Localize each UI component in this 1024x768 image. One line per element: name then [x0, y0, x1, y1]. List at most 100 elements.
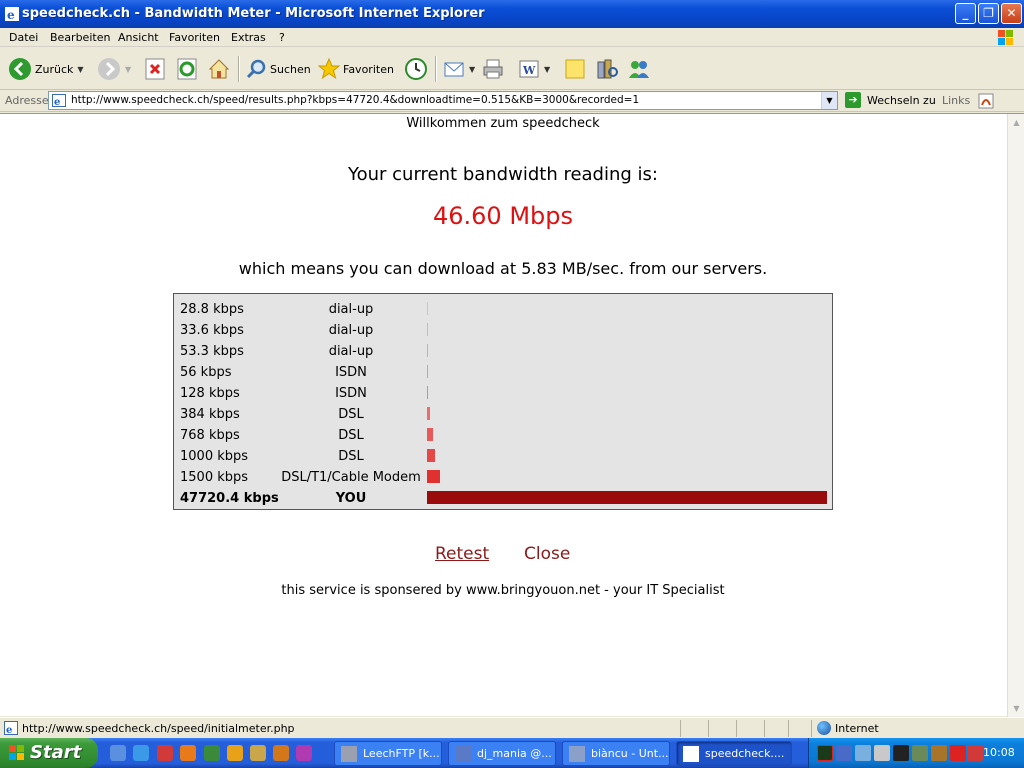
tray-app-icon[interactable]	[912, 745, 928, 761]
quicklaunch-desktop-icon[interactable]	[110, 745, 126, 761]
task-dj-mania[interactable]: dj_mania @...	[448, 741, 556, 766]
status-bar: e http://www.speedcheck.ch/speed/initial…	[0, 717, 1024, 738]
system-tray: 10:08	[808, 738, 1024, 768]
stop-icon	[145, 58, 165, 80]
paint-icon	[569, 746, 585, 762]
search-button[interactable]: Suchen	[245, 55, 311, 83]
connection-type: dial-up	[328, 344, 374, 359]
speed-value: 47720.4 kbps	[180, 491, 279, 506]
go-arrow-icon: ➔	[845, 92, 861, 108]
quicklaunch-app-icon[interactable]	[157, 745, 173, 761]
task-speedcheck[interactable]: speedcheck....	[676, 741, 792, 766]
edit-button[interactable]: W ▼	[518, 55, 550, 83]
address-bar: Adresse e http://www.speedcheck.ch/speed…	[0, 90, 1024, 112]
menu-bearbeiten[interactable]: Bearbeiten	[50, 31, 110, 44]
speed-value: 128 kbps	[180, 386, 240, 401]
browser-viewport: Willkommen zum speedcheck Your current b…	[0, 113, 1024, 717]
acrobat-icon[interactable]	[978, 93, 994, 109]
task-biancu[interactable]: biàncu - Unt...	[562, 741, 670, 766]
connection-type: DSL	[338, 428, 364, 443]
links-label[interactable]: Links	[942, 94, 970, 107]
history-icon	[405, 58, 427, 80]
favorites-button[interactable]: Favoriten	[318, 55, 394, 83]
address-input[interactable]: e http://www.speedcheck.ch/speed/results…	[48, 91, 838, 110]
maximize-button[interactable]: ❐	[978, 3, 999, 24]
task-leechftp[interactable]: LeechFTP [k...	[334, 741, 442, 766]
download-info: which means you can download at 5.83 MB/…	[238, 259, 768, 278]
stop-button[interactable]	[144, 55, 166, 83]
speed-value: 1000 kbps	[180, 449, 249, 464]
vertical-scrollbar[interactable]: ▲ ▼	[1007, 114, 1024, 717]
quicklaunch-app-icon[interactable]	[204, 745, 220, 761]
close-link[interactable]: Close	[524, 544, 570, 564]
task-label: speedcheck....	[705, 747, 785, 760]
speed-value: 1500 kbps	[180, 470, 249, 485]
connection-type: ISDN	[335, 386, 367, 401]
menu-help[interactable]: ?	[279, 31, 285, 44]
tray-app-icon[interactable]	[931, 745, 947, 761]
quicklaunch-app-icon[interactable]	[296, 745, 312, 761]
print-button[interactable]	[482, 55, 504, 83]
speaker-icon[interactable]	[874, 745, 890, 761]
scroll-up-icon[interactable]: ▲	[1009, 115, 1024, 130]
chevron-down-icon[interactable]: ▼	[469, 65, 475, 74]
quicklaunch-firefox-icon[interactable]	[180, 745, 196, 761]
svg-text:W: W	[522, 64, 536, 77]
connection-type: YOU	[335, 491, 367, 506]
retest-link[interactable]: Retest	[435, 544, 489, 564]
minimize-button[interactable]: _	[955, 3, 976, 24]
menu-extras[interactable]: Extras	[231, 31, 266, 44]
close-window-button[interactable]: ✕	[1001, 3, 1022, 24]
messenger-button[interactable]	[628, 55, 650, 83]
mail-button[interactable]: ▼	[443, 55, 475, 83]
address-label: Adresse	[5, 94, 49, 107]
speed-bar	[427, 386, 428, 399]
chevron-down-icon[interactable]: ▼	[125, 65, 131, 74]
discuss-button[interactable]	[564, 55, 586, 83]
tray-app-icon[interactable]	[836, 745, 852, 761]
forward-arrow-icon	[98, 58, 120, 80]
go-label: Wechseln zu	[867, 93, 936, 107]
connection-type: DSL	[338, 449, 364, 464]
search-label: Suchen	[270, 62, 311, 76]
speed-row: 128 kbps ISDN	[174, 381, 832, 402]
speed-value: 384 kbps	[180, 407, 240, 422]
task-label: biàncu - Unt...	[591, 747, 669, 760]
refresh-button[interactable]	[176, 55, 198, 83]
welcome-text: Willkommen zum speedcheck	[406, 116, 600, 131]
quicklaunch-app-icon[interactable]	[273, 745, 289, 761]
history-button[interactable]	[404, 55, 428, 83]
connection-type: ISDN	[335, 365, 367, 380]
menu-ansicht[interactable]: Ansicht	[118, 31, 159, 44]
research-icon	[597, 59, 618, 79]
favorites-label: Favoriten	[343, 62, 394, 76]
quicklaunch-ie-icon[interactable]	[133, 745, 149, 761]
chevron-down-icon[interactable]: ▼	[821, 92, 837, 109]
quicklaunch-app-icon[interactable]	[250, 745, 266, 761]
home-button[interactable]	[208, 55, 230, 83]
start-label: Start	[30, 742, 82, 763]
menu-favoriten[interactable]: Favoriten	[169, 31, 220, 44]
tray-app-icon[interactable]	[893, 745, 909, 761]
chat-icon	[455, 746, 471, 762]
start-button[interactable]: Start	[0, 738, 98, 768]
quicklaunch-app-icon[interactable]	[227, 745, 243, 761]
page-icon: e	[4, 721, 18, 735]
back-button[interactable]: Zurück ▼	[8, 55, 84, 83]
go-button[interactable]: ➔ Wechseln zu	[845, 92, 936, 108]
tray-app-icon[interactable]	[967, 745, 983, 761]
menu-datei[interactable]: Datei	[9, 31, 38, 44]
network-meter-icon[interactable]	[817, 745, 833, 761]
speed-bar	[427, 344, 428, 357]
research-button[interactable]	[596, 55, 618, 83]
chevron-down-icon[interactable]: ▼	[544, 65, 550, 74]
forward-button[interactable]: ▼	[97, 55, 131, 83]
scroll-down-icon[interactable]: ▼	[1009, 701, 1024, 716]
menu-bar: Datei Bearbeiten Ansicht Favoriten Extra…	[0, 28, 1024, 47]
sponsor-text: this service is sponsered by www.bringyo…	[281, 583, 725, 598]
globe-icon	[817, 721, 831, 735]
chevron-down-icon[interactable]: ▼	[77, 65, 83, 74]
user-icon[interactable]	[855, 745, 871, 761]
tray-app-icon[interactable]	[950, 745, 966, 761]
speed-row: 1500 kbps DSL/T1/Cable Modem	[174, 465, 832, 486]
